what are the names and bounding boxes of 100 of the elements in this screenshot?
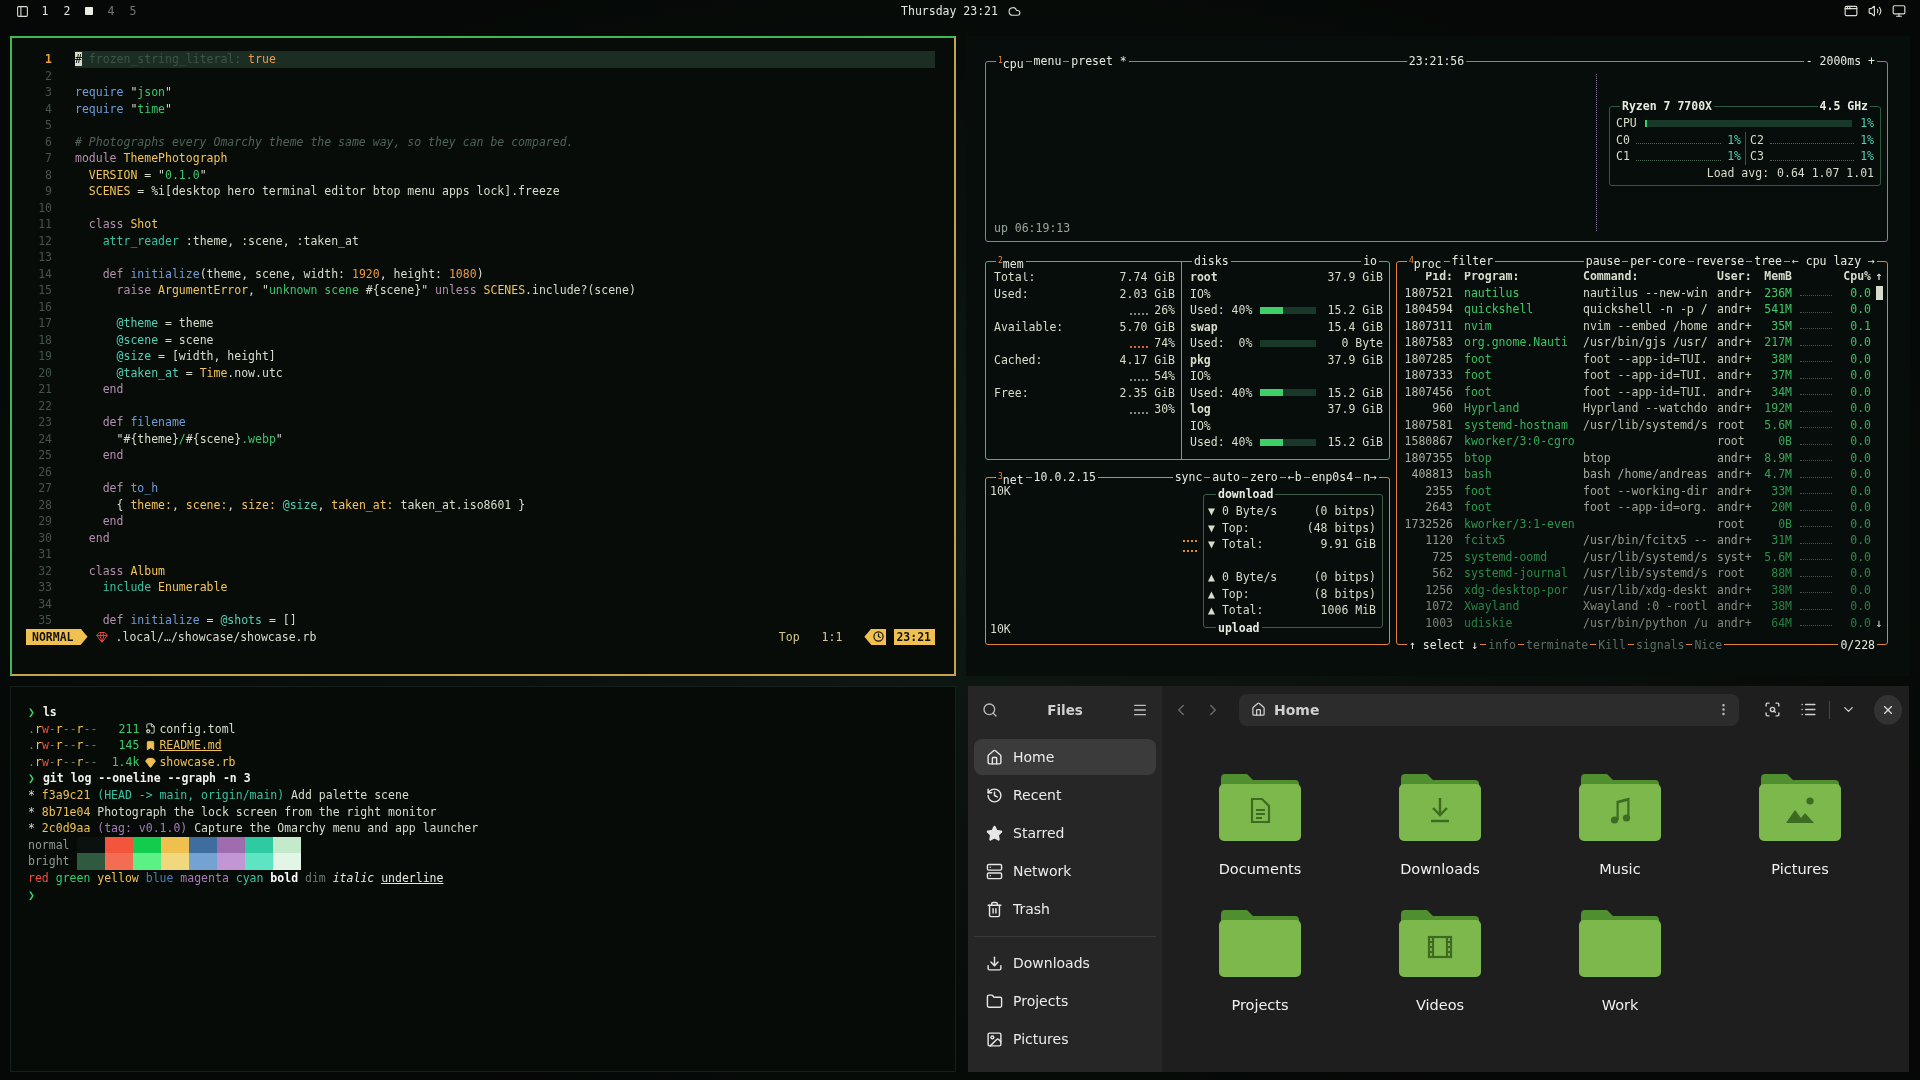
table-cell-text: /usr/lib/systemd/s [1583,548,1709,565]
disk-used-label: Used: 40% [1190,303,1253,318]
table-cell-text: Xwayland :0 -rootl [1583,598,1709,615]
table-cell-text: 33M [1770,482,1792,499]
table-cell-text: 1003 [1424,614,1453,631]
file-permissions: .rw-r--r-- [28,720,98,738]
code-line: VERSION = "0.1.0" [87,166,207,183]
prompt-symbol: ❯ [28,704,35,721]
net-control[interactable]: enp0s4 [1309,469,1356,485]
line-number: 12 [37,232,52,249]
table-cell-text: /usr/lib/systemd/s [1583,416,1709,433]
core-reading: 1% [1727,149,1741,164]
table-cell-text: 37M [1770,367,1792,384]
folder-item[interactable]: Projects [1170,906,1350,1013]
table-cell-text: /usr/bin/fcitx5 -- [1583,532,1709,549]
table-cell-text: foot --app-id=TUI. [1583,383,1709,400]
filter-control[interactable]: filter [1449,253,1496,272]
proc-control[interactable]: ← cpu lazy → [1789,253,1877,269]
column-header[interactable]: User: [1717,268,1762,285]
table-cell-text: foot --app-id=TUI. [1583,350,1709,367]
sidebar-item[interactable]: Projects [974,983,1156,1019]
uptime-text: up 06:19:13 [994,221,1071,235]
line-number: 7 [44,150,52,167]
workspace-button[interactable]: 1 [39,3,51,19]
folder-item[interactable]: Music [1530,770,1710,877]
disk-used: 0 Byte [1341,336,1383,351]
table-cell-text: andr+ [1717,367,1753,384]
workspace-button[interactable]: 4 [105,3,117,19]
rate-value: (8 bitps) [1313,586,1376,601]
table-cell-text: andr+ [1717,598,1753,615]
panel-title[interactable]: $^{2}$mem [996,253,1026,272]
column-header[interactable]: Command: [1583,268,1717,285]
folder-item[interactable]: Downloads [1350,770,1530,877]
palette-label: normal [28,836,71,854]
folder-item[interactable]: Documents [1170,770,1350,877]
sidebar-item[interactable]: Trash [974,891,1156,927]
table-cell-text: 5.6M [1763,548,1792,565]
folder-item[interactable]: Work [1530,906,1710,1013]
workspace-button[interactable]: 5 [127,3,139,19]
sidebar-item[interactable]: Pictures [974,1021,1156,1057]
sidebar-item[interactable]: Recent [974,777,1156,813]
rate-label: ▲ Top: [1208,586,1250,601]
memory-label: Used: [994,286,1029,301]
line-number: 33 [37,579,52,596]
table-cell-text: 1807521 [1403,284,1453,301]
table-cell-text: foot [1463,482,1493,499]
table-cell-text: andr+ [1717,614,1753,631]
path-bar[interactable]: Home [1239,693,1739,726]
table-cell-text: fcitx5 [1463,532,1507,549]
code-line: end [101,513,124,530]
panel-title[interactable]: $^{4}$proc [1407,253,1444,272]
table-cell-text: andr+ [1717,499,1753,516]
proc-action[interactable]: signals [1633,636,1687,653]
folder-item[interactable]: Videos [1350,906,1530,1013]
code-line: class Album [87,562,165,579]
disk-name: root [1190,270,1218,285]
line-number: 20 [37,364,52,381]
disk-used-label: Used: 0% [1190,336,1253,351]
memory-value: 4.17 GiB [1119,352,1175,367]
folder-item[interactable]: Pictures [1710,770,1890,877]
table-cell-text: root [1717,515,1746,532]
column-header[interactable]: MemB [1762,268,1792,285]
meter-label: CPU [1616,116,1637,131]
column-header[interactable]: Cpu% [1836,268,1871,285]
disk-used-label: Used: 40% [1190,435,1253,450]
table-cell-text: 1807333 [1403,367,1453,384]
memory-percent: 54% [1154,369,1175,384]
io-label: IO% [1190,418,1211,433]
disk-used: 15.2 GiB [1327,303,1383,318]
panel-title[interactable]: $^{1}$cpu [996,53,1026,72]
core-label: C2 [1750,132,1764,147]
table-cell-text: 0.0 [1849,334,1871,351]
sidebar-item[interactable]: Home [974,739,1156,775]
disk-name: log [1190,402,1211,417]
table-cell-text: Hyprland [1463,400,1521,417]
line-number: 25 [37,447,52,464]
sidebar-item[interactable]: Starred [974,815,1156,851]
workspace-button[interactable]: 2 [61,3,73,19]
table-cell-text: 88M [1770,565,1792,582]
rate-label: ▼ 0 Byte/s [1208,504,1278,519]
code-line: module ThemePhotograph [75,150,228,167]
line-number: 3 [44,84,52,101]
code-line: @size = [width, height] [115,348,276,365]
cpu-model: Ryzen 7 7700X [1620,98,1714,114]
scroll-arrow[interactable]: ↓ [1871,614,1887,631]
table-cell-text: 38M [1770,350,1792,367]
line-number: 4 [44,100,52,117]
sidebar-item[interactable]: Downloads [974,945,1156,981]
table-cell-text: 562 [1431,565,1453,582]
sidebar-item[interactable]: Network [974,853,1156,889]
table-cell-text: 0B [1777,433,1792,450]
table-cell-text: kworker/3:1-even [1463,515,1576,532]
table-cell-text: 0.0 [1849,614,1871,631]
table-cell-text: 217M [1763,334,1792,351]
line-number: 22 [37,397,52,414]
line-number: 32 [37,562,52,579]
memory-value: 7.74 GiB [1119,270,1175,285]
table-cell-text: 1120 [1424,532,1453,549]
disk-name: swap [1190,319,1218,334]
table-cell-text: quickshell [1463,301,1535,318]
